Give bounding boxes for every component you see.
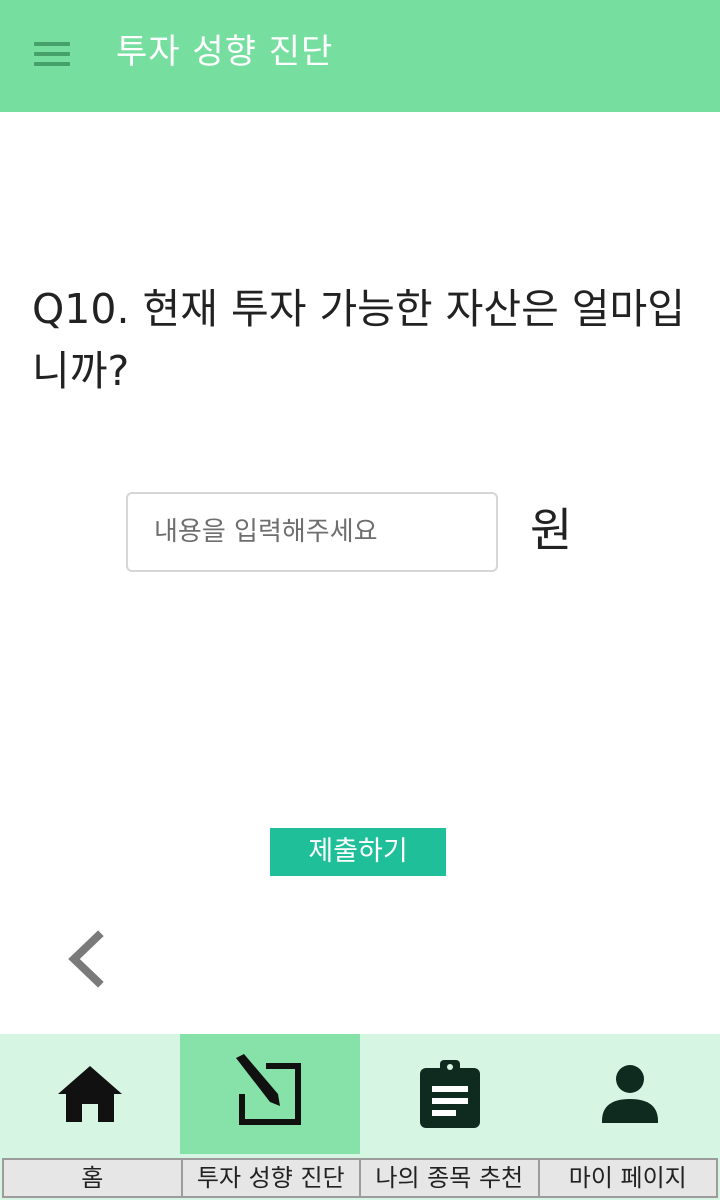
hamburger-menu-icon[interactable] [18, 28, 86, 80]
submit-button[interactable]: 제출하기 [270, 828, 446, 876]
page-title: 투자 성향 진단 [116, 32, 334, 72]
nav-label-home[interactable]: 홈 [4, 1160, 183, 1196]
app-bar: 투자 성향 진단 [0, 0, 720, 112]
edit-square-icon [236, 1054, 301, 1125]
nav-label-my-page[interactable]: 마이 페이지 [540, 1160, 717, 1196]
home-icon [58, 1066, 122, 1122]
currency-unit-label: 원 [530, 503, 573, 557]
nav-tab-my-page[interactable] [540, 1034, 720, 1154]
question-text: Q10. 현재 투자 가능한 자산은 얼마입니까? [32, 285, 685, 395]
nav-tab-home[interactable] [0, 1034, 180, 1154]
app-screen: 투자 성향 진단 Q10. 현재 투자 가능한 자산은 얼마입니까? 원 제출하… [0, 0, 720, 1200]
nav-label-stock-recommendation[interactable]: 나의 종목 추천 [361, 1160, 540, 1196]
nav-tab-investment-diagnosis[interactable] [180, 1034, 360, 1154]
nav-tab-stock-recommendation[interactable] [360, 1034, 540, 1154]
clipboard-icon [420, 1060, 480, 1128]
nav-label-investment-diagnosis[interactable]: 투자 성향 진단 [183, 1160, 361, 1196]
amount-input[interactable] [126, 492, 498, 572]
bottom-nav-labels: 홈 투자 성향 진단 나의 종목 추천 마이 페이지 [2, 1158, 718, 1198]
person-icon [602, 1065, 658, 1123]
chevron-left-icon[interactable] [58, 926, 120, 992]
